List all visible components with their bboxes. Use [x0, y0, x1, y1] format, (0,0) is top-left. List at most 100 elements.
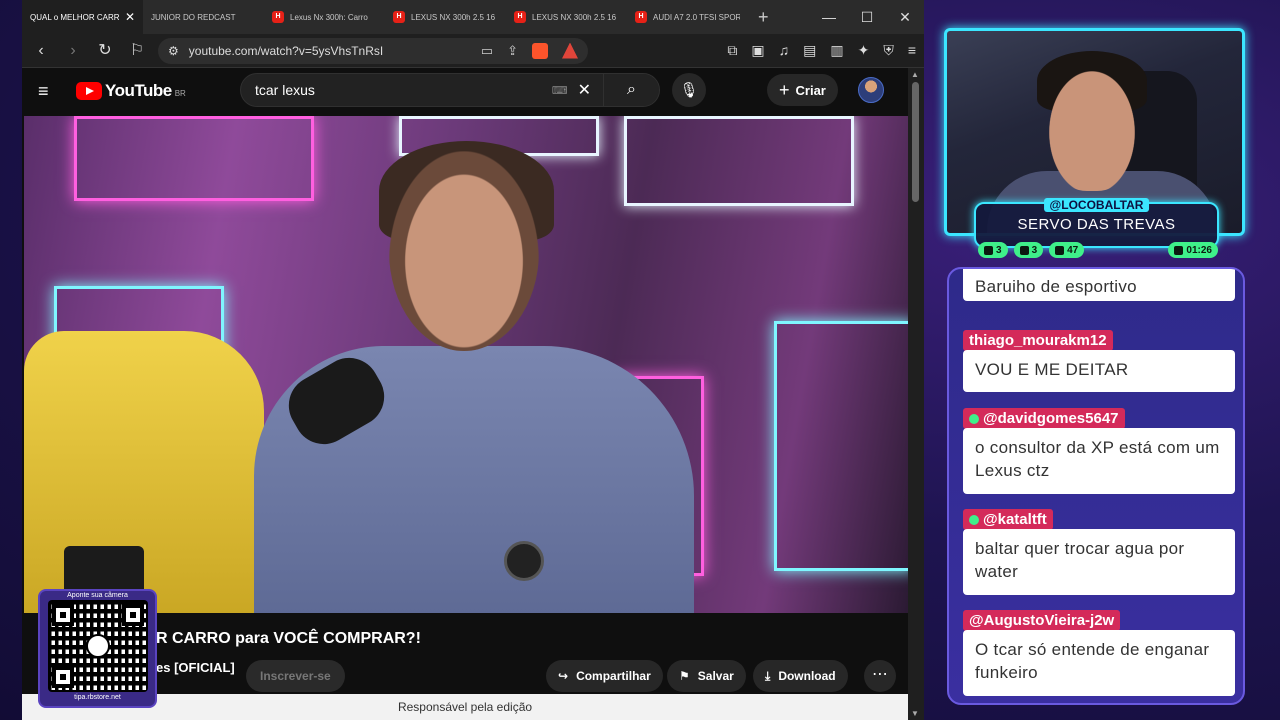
scrollbar[interactable]: ▲ ▼	[908, 68, 924, 720]
chat-message-text: o consultor da XP está com um Lexus ctz	[963, 428, 1235, 494]
youtube-wordmark: YouTube	[105, 81, 172, 100]
menu-icon[interactable]: ≡	[908, 42, 916, 59]
cast-icon[interactable]: ▭	[481, 43, 493, 59]
tab-label: JUNIOR DO REDCAST	[151, 12, 236, 22]
search-button[interactable]: ⌕	[603, 74, 659, 106]
chat-username: @kataltft	[963, 509, 1053, 530]
close-window-icon[interactable]: ✕	[886, 9, 924, 26]
browser-tab[interactable]: H LEXUS NX 300h 2.5 16	[506, 0, 627, 34]
chat-panel: Baruiho de esportivo thiago_mourakm12 VO…	[947, 267, 1245, 705]
video-player[interactable]	[24, 116, 908, 613]
save-button[interactable]: ⚑ Salvar	[667, 660, 746, 692]
streamer-face	[1042, 61, 1142, 191]
sidebar-icon[interactable]: ▤	[803, 42, 816, 59]
back-icon[interactable]: ‹	[30, 40, 52, 62]
plus-icon: +	[779, 79, 790, 100]
neon-shelf	[774, 321, 908, 571]
avatar[interactable]	[858, 77, 884, 103]
uptime-stat: 01:26	[1168, 242, 1218, 258]
browser-tools: ⧉ ▣ ♫ ▤ ▥ ✦ ⛨ ≡	[727, 42, 916, 59]
wallet-icon[interactable]: ▥	[830, 42, 843, 59]
forward-icon[interactable]: ›	[62, 40, 84, 62]
site-icon: H	[635, 11, 647, 23]
scroll-down-icon[interactable]: ▼	[911, 709, 919, 718]
twitch-icon	[984, 245, 993, 255]
screenshot-icon[interactable]: ▣	[751, 42, 764, 59]
clock-icon	[1174, 245, 1184, 255]
maximize-icon[interactable]: ☐	[848, 9, 886, 26]
tab-label: LEXUS NX 300h 2.5 16	[411, 12, 496, 22]
browser-tab[interactable]: H Lexus Nx 300h: Carro	[264, 0, 385, 34]
ai-icon[interactable]: ✦	[858, 42, 870, 59]
chat-message-text: O tcar só entende de enganar funkeiro	[963, 630, 1235, 696]
channel-name[interactable]: es [OFICIAL]	[156, 660, 235, 675]
search-icon: ⌕	[627, 81, 636, 98]
youtube-stat: 3	[1013, 242, 1044, 258]
url-actions: ▭ ⇪	[481, 42, 578, 59]
chat-username: thiago_mourakm12	[963, 330, 1113, 351]
qr-finder	[121, 604, 144, 626]
url-field[interactable]: ⚙ youtube.com/watch?v=5ysVhsTnRsI ▭ ⇪	[158, 37, 588, 64]
neon-shelf	[74, 116, 314, 201]
share-button[interactable]: ↪ Compartilhar	[546, 660, 663, 692]
address-bar: ‹ › ↻ ⚐ ⚙ youtube.com/watch?v=5ysVhsTnRs…	[22, 34, 924, 68]
brave-shield-icon[interactable]	[532, 42, 548, 59]
site-icon: H	[393, 11, 405, 23]
extensions-icon[interactable]: ⧉	[727, 42, 737, 59]
youtube-logo[interactable]: YouTube BR	[76, 81, 186, 101]
youtube-play-icon	[76, 82, 102, 100]
bookmark-icon[interactable]: ⚐	[126, 40, 148, 62]
site-icon: H	[272, 11, 284, 23]
chat-message-text: Baruiho de esportivo	[963, 269, 1235, 301]
window-controls: — ☐ ✕	[810, 9, 924, 26]
tab-label: AUDI A7 2.0 TFSI SPOR	[653, 12, 740, 22]
brazil-jersey	[24, 331, 264, 613]
neon-shelf	[624, 116, 854, 206]
verified-icon	[969, 413, 979, 424]
save-label: Salvar	[697, 669, 734, 683]
music-icon[interactable]: ♫	[779, 42, 790, 59]
minimize-icon[interactable]: —	[810, 9, 848, 26]
browser-tab[interactable]: H AUDI A7 2.0 TFSI SPOR	[627, 0, 748, 34]
browser-window: ▶ QUAL o MELHOR CARRO ✕ ▶ JUNIOR DO REDC…	[22, 0, 924, 720]
keyboard-icon[interactable]: ⌨	[552, 84, 568, 97]
create-button[interactable]: + Criar	[767, 74, 838, 106]
more-actions-button[interactable]: ⋯	[864, 660, 896, 692]
url-text: youtube.com/watch?v=5ysVhsTnRsI	[188, 43, 384, 58]
qr-code	[47, 600, 148, 692]
qr-logo-icon	[85, 634, 110, 658]
scrollbar-thumb[interactable]	[912, 82, 919, 202]
reload-icon[interactable]: ↻	[94, 40, 116, 62]
youtube-count: 3	[1031, 244, 1038, 256]
twitch-count: 3	[996, 244, 1002, 256]
share-label: Compartilhar	[576, 669, 651, 683]
verified-icon	[969, 514, 979, 525]
clear-search-icon[interactable]: ✕	[578, 80, 591, 100]
scroll-up-icon[interactable]: ▲	[911, 70, 919, 79]
site-icon: H	[514, 11, 526, 23]
browser-tab[interactable]: ▶ JUNIOR DO REDCAST	[143, 0, 264, 34]
share-icon[interactable]: ⇪	[507, 43, 518, 59]
site-settings-icon[interactable]: ⚙	[168, 44, 179, 58]
search-input[interactable]	[241, 82, 552, 98]
video-title: R CARRO para VOCÊ COMPRAR?!	[156, 630, 421, 647]
download-label: Download	[778, 669, 836, 683]
microphone-icon: 🎙	[679, 82, 699, 99]
subscribe-button[interactable]: Inscrever-se	[246, 660, 345, 692]
kick-count: 47	[1067, 244, 1079, 256]
chat-username-text: @kataltft	[983, 511, 1047, 528]
hamburger-menu-icon[interactable]: ≡	[38, 81, 62, 102]
close-tab-icon[interactable]: ✕	[125, 10, 135, 24]
brave-rewards-icon[interactable]	[562, 42, 578, 59]
kick-icon	[1055, 245, 1065, 255]
uptime-value: 01:26	[1186, 244, 1212, 256]
chat-username-text: thiago_mourakm12	[969, 332, 1107, 349]
browser-tab-active[interactable]: ▶ QUAL o MELHOR CARRO ✕	[22, 0, 143, 34]
voice-search-button[interactable]: 🎙	[672, 73, 706, 107]
new-tab-icon[interactable]: +	[748, 7, 779, 28]
download-button[interactable]: ⤓ Download	[753, 660, 848, 692]
browser-tab[interactable]: H LEXUS NX 300h 2.5 16	[385, 0, 506, 34]
qr-caption-top: Aponte sua câmera	[67, 592, 128, 599]
vpn-icon[interactable]: ⛨	[883, 42, 894, 59]
search-bar: ⌨ ✕ ⌕	[240, 73, 660, 107]
